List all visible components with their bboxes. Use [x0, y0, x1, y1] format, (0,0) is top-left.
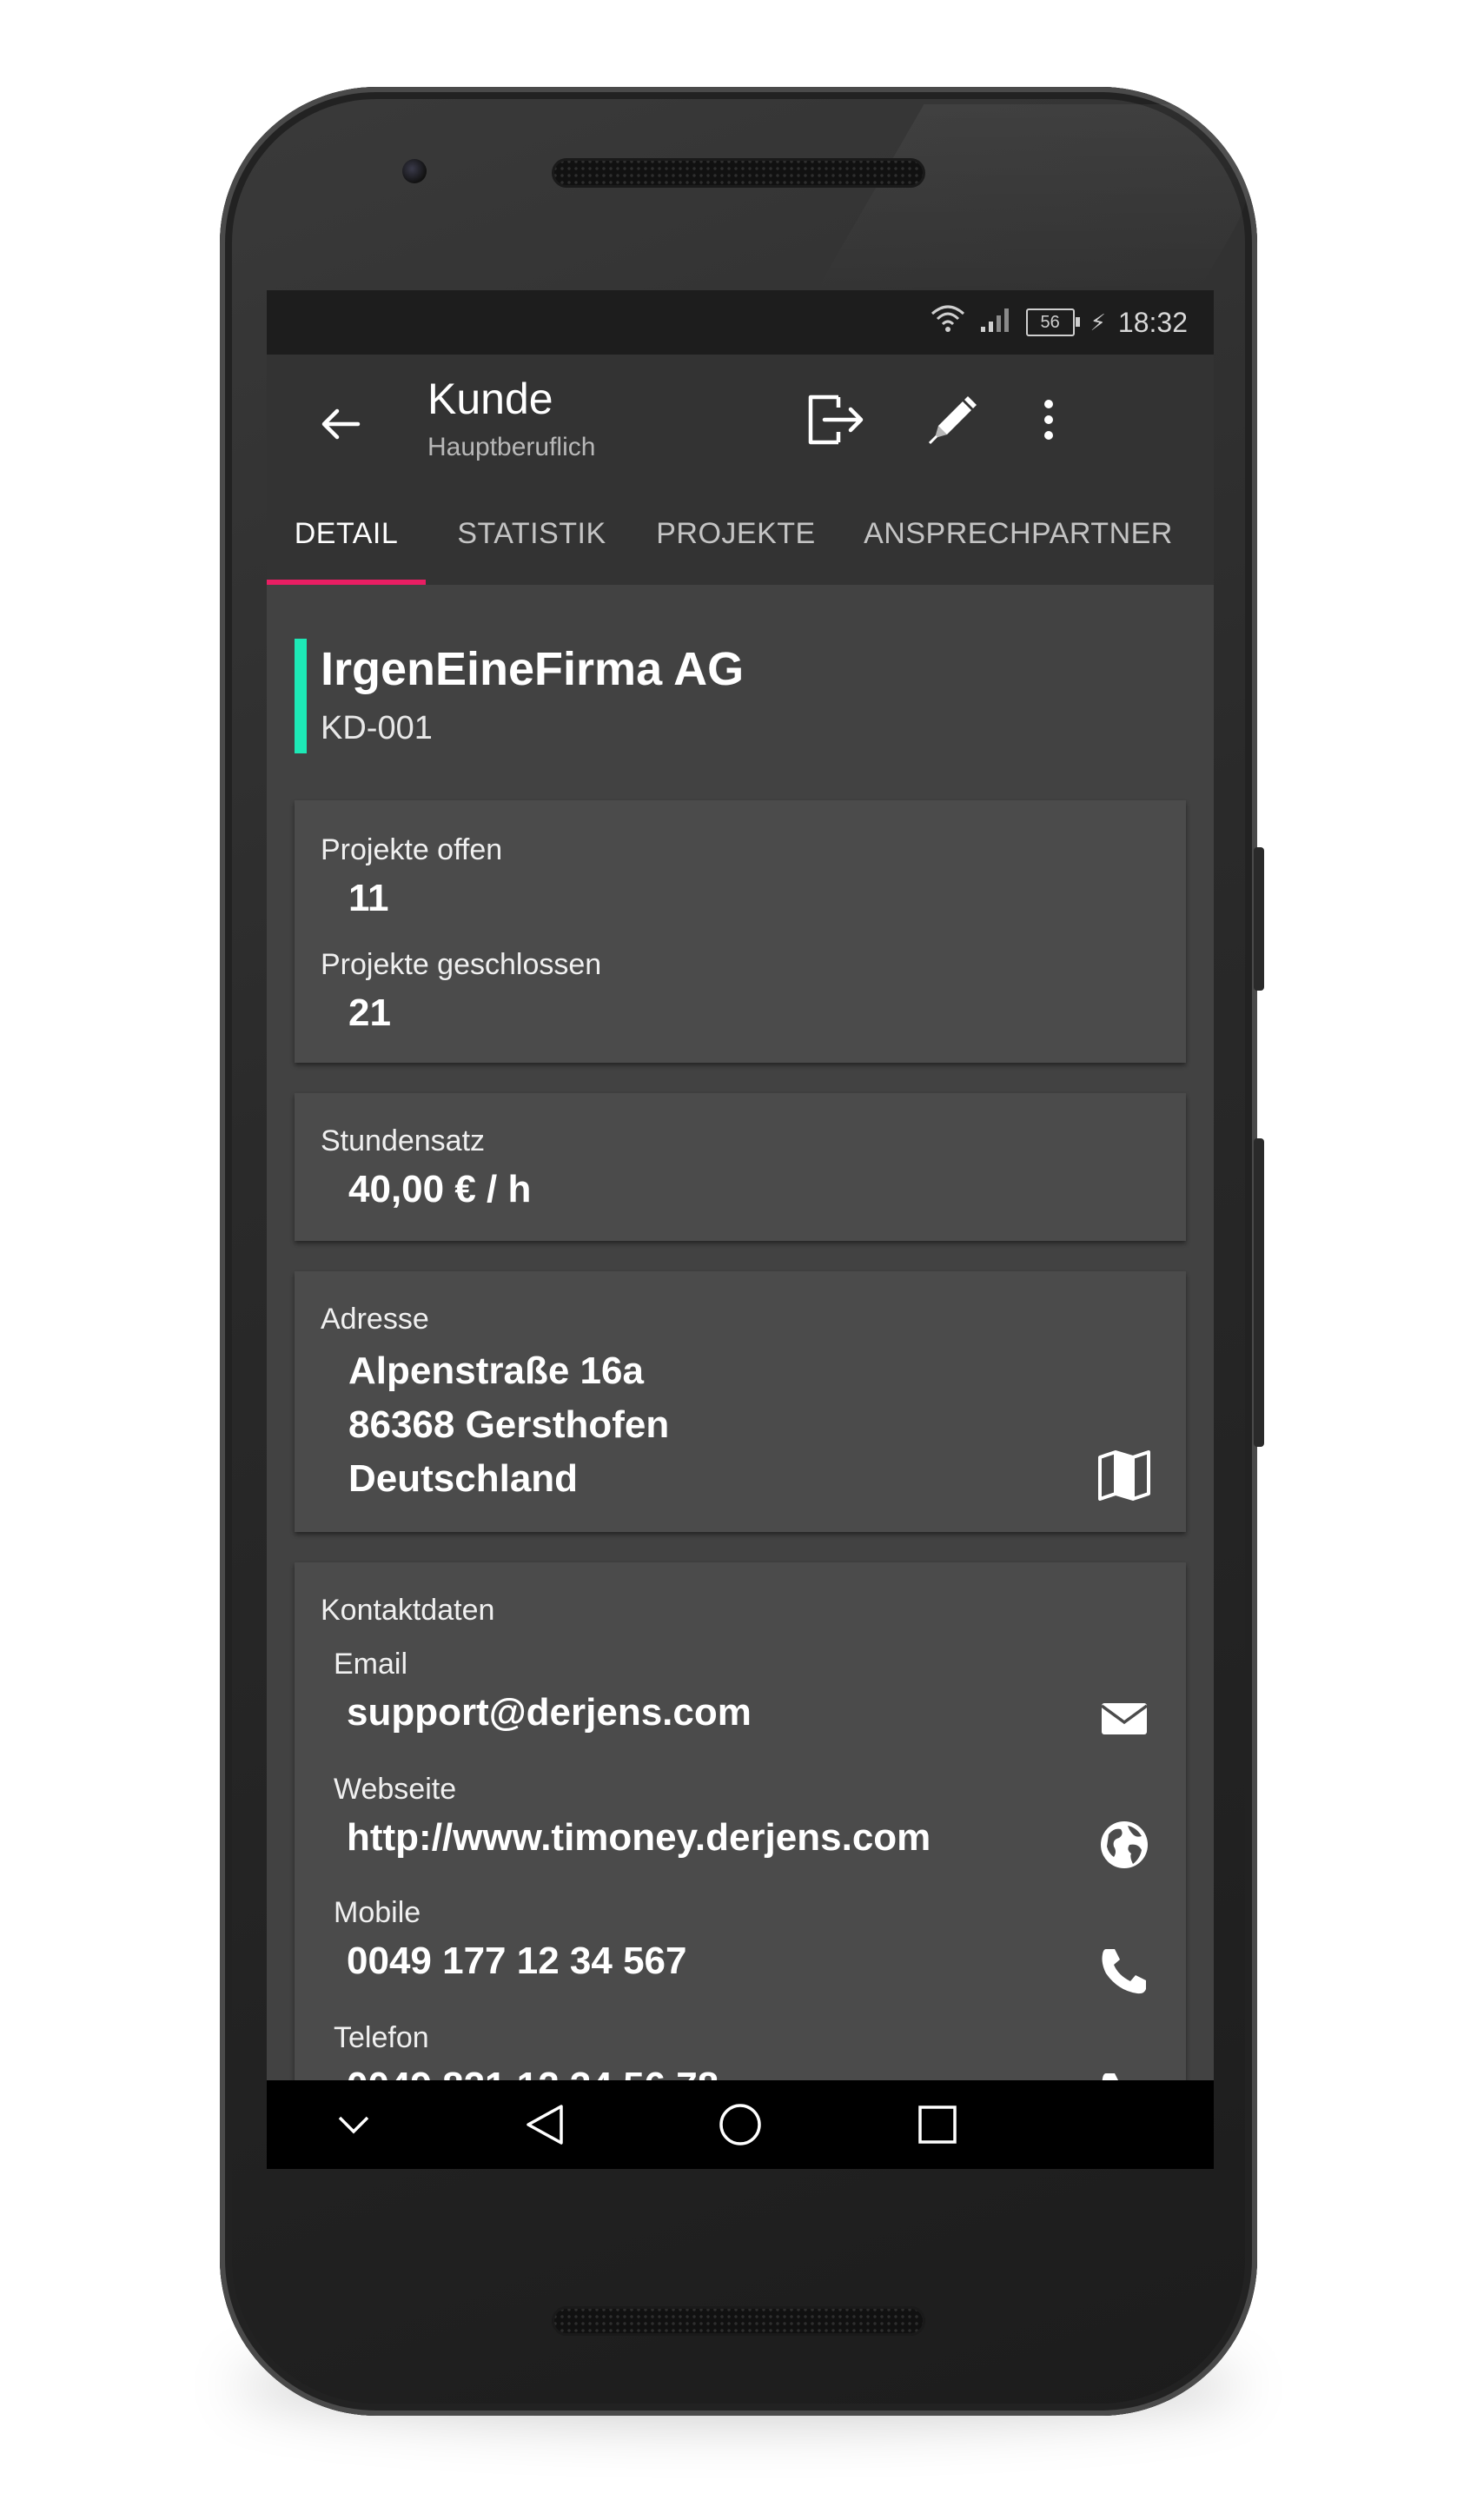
status-time: 18:32 [1117, 306, 1188, 338]
status-bar: 56 ⚡ 18:32 [267, 290, 1214, 355]
phone-volume-button [1254, 847, 1264, 991]
mobile-label: Mobile [334, 1896, 421, 1929]
email-value[interactable]: support@derjens.com [347, 1691, 752, 1734]
wifi-icon [929, 303, 967, 342]
address-country: Deutschland [348, 1457, 579, 1500]
recents-square-icon [918, 2106, 957, 2144]
hide-keyboard-button[interactable] [310, 2080, 397, 2169]
customer-name: IrgenEineFirma AG [321, 643, 745, 695]
chevron-down-icon [338, 2116, 369, 2134]
export-icon [808, 395, 864, 445]
email-label: Email [334, 1648, 408, 1681]
home-circle-icon [719, 2104, 761, 2145]
projects-open-label: Projekte offen [321, 833, 503, 866]
address-label: Adresse [321, 1303, 429, 1336]
customer-id: KD-001 [321, 710, 433, 746]
edit-button[interactable] [914, 381, 992, 459]
app-bar: Kunde Hauptberuflich DETAIL STATISTIK PR… [267, 355, 1214, 585]
phone-label: Telefon [334, 2021, 429, 2054]
export-button[interactable] [792, 376, 879, 463]
nav-back-button[interactable] [497, 2080, 593, 2169]
contact-card: Kontaktdaten Email support@derjens.com W… [295, 1562, 1186, 2169]
projects-closed-label: Projekte geschlossen [321, 948, 602, 981]
phone-icon [1102, 1949, 1146, 1994]
send-email-button[interactable] [1085, 1684, 1163, 1754]
back-arrow-icon [321, 408, 361, 440]
tab-bar: DETAIL STATISTIK PROJEKTE ANSPRECHPARTNE… [267, 485, 1214, 585]
address-street: Alpenstraße 16a [348, 1350, 644, 1392]
rate-label: Stundensatz [321, 1124, 486, 1157]
map-button[interactable] [1085, 1436, 1163, 1515]
contact-label: Kontaktdaten [321, 1594, 495, 1627]
rate-card: Stundensatz 40,00 € / h [295, 1093, 1186, 1241]
front-camera [402, 159, 427, 183]
back-triangle-icon [527, 2105, 563, 2145]
detail-content: IrgenEineFirma AG KD-001 Projekte offen … [267, 585, 1214, 2169]
call-mobile-button[interactable] [1085, 1932, 1163, 2010]
projects-closed-value: 21 [348, 991, 391, 1034]
page-subtitle: Hauptberuflich [427, 433, 596, 461]
website-label: Webseite [334, 1773, 457, 1806]
battery-icon: 56 [1025, 308, 1080, 336]
projects-card: Projekte offen 11 Projekte geschlossen 2… [295, 800, 1186, 1063]
projects-open-value: 11 [348, 877, 389, 919]
edit-pencil-icon [928, 396, 977, 445]
map-icon [1098, 1450, 1150, 1501]
bottom-speaker-grille [552, 2306, 925, 2336]
tab-statistik[interactable]: STATISTIK [436, 485, 627, 582]
more-options-button[interactable] [1010, 381, 1088, 459]
address-card[interactable]: Adresse Alpenstraße 16a 86368 Gersthofen… [295, 1271, 1186, 1532]
phone-power-button [1254, 1138, 1264, 1447]
more-vert-icon [1044, 400, 1053, 440]
mobile-value[interactable]: 0049 177 12 34 567 [347, 1940, 687, 1983]
back-button[interactable] [301, 385, 380, 463]
charging-bolt-icon: ⚡ [1090, 308, 1106, 335]
website-value[interactable]: http://www.timoney.derjens.com [347, 1816, 931, 1860]
nav-home-button[interactable] [692, 2080, 788, 2169]
customer-color-bar [295, 639, 307, 753]
address-city: 86368 Gersthofen [348, 1403, 670, 1446]
system-nav-bar [267, 2080, 1214, 2169]
rate-value: 40,00 € / h [348, 1168, 532, 1210]
top-speaker-grille [552, 158, 925, 188]
nav-recents-button[interactable] [890, 2080, 985, 2169]
signal-icon [979, 304, 1014, 341]
page-title: Kunde [427, 375, 553, 423]
tab-detail[interactable]: DETAIL [267, 485, 426, 582]
globe-icon [1101, 1821, 1148, 1868]
tab-projekte[interactable]: PROJEKTE [640, 485, 831, 582]
tab-ansprechpartner[interactable]: ANSPRECHPARTNER [844, 485, 1192, 582]
open-website-button[interactable] [1085, 1806, 1163, 1884]
screen: 56 ⚡ 18:32 Kunde Hauptberuflich DETAIL S… [267, 290, 1214, 2169]
email-icon [1100, 1703, 1149, 1734]
